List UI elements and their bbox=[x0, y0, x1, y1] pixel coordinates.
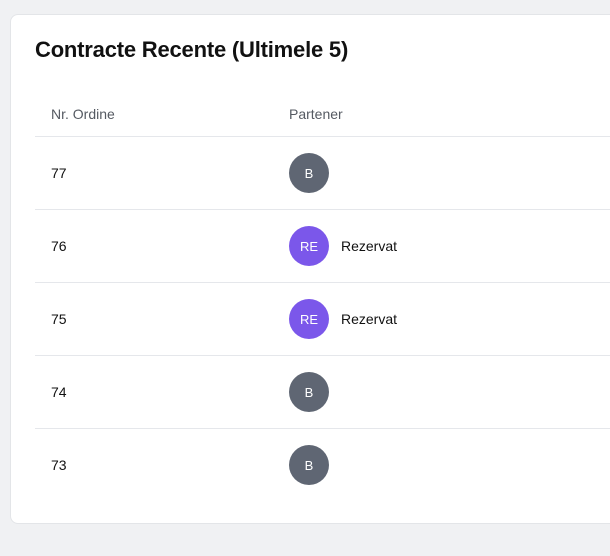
table-row[interactable]: 74 B bbox=[35, 356, 610, 429]
order-number: 75 bbox=[51, 311, 67, 327]
recent-contracts-card: Contracte Recente (Ultimele 5) Nr. Ordin… bbox=[10, 14, 610, 524]
avatar: B bbox=[289, 153, 329, 193]
partner-cell: RE Rezervat bbox=[289, 299, 397, 339]
order-number: 74 bbox=[51, 384, 67, 400]
table-row[interactable]: 73 B bbox=[35, 429, 610, 501]
partner-cell: B bbox=[289, 445, 341, 485]
table-row[interactable]: 76 RE Rezervat bbox=[35, 210, 610, 283]
column-header-partner: Partener bbox=[289, 106, 343, 122]
table-row[interactable]: 77 B bbox=[35, 137, 610, 210]
contracts-table: Nr. Ordine Partener 77 B 76 RE Rezervat … bbox=[35, 92, 610, 501]
order-number: 77 bbox=[51, 165, 67, 181]
column-header-order: Nr. Ordine bbox=[51, 106, 115, 122]
partner-cell: B bbox=[289, 153, 341, 193]
avatar: RE bbox=[289, 299, 329, 339]
partner-cell: B bbox=[289, 372, 341, 412]
partner-cell: RE Rezervat bbox=[289, 226, 397, 266]
avatar: B bbox=[289, 372, 329, 412]
page: Contracte Recente (Ultimele 5) Nr. Ordin… bbox=[0, 0, 610, 556]
card-title: Contracte Recente (Ultimele 5) bbox=[35, 37, 349, 62]
table-header: Nr. Ordine Partener bbox=[35, 92, 610, 137]
avatar: RE bbox=[289, 226, 329, 266]
order-number: 73 bbox=[51, 457, 67, 473]
avatar: B bbox=[289, 445, 329, 485]
order-number: 76 bbox=[51, 238, 67, 254]
partner-name: Rezervat bbox=[341, 311, 398, 327]
partner-name: Rezervat bbox=[341, 238, 398, 254]
table-row[interactable]: 75 RE Rezervat bbox=[35, 283, 610, 356]
